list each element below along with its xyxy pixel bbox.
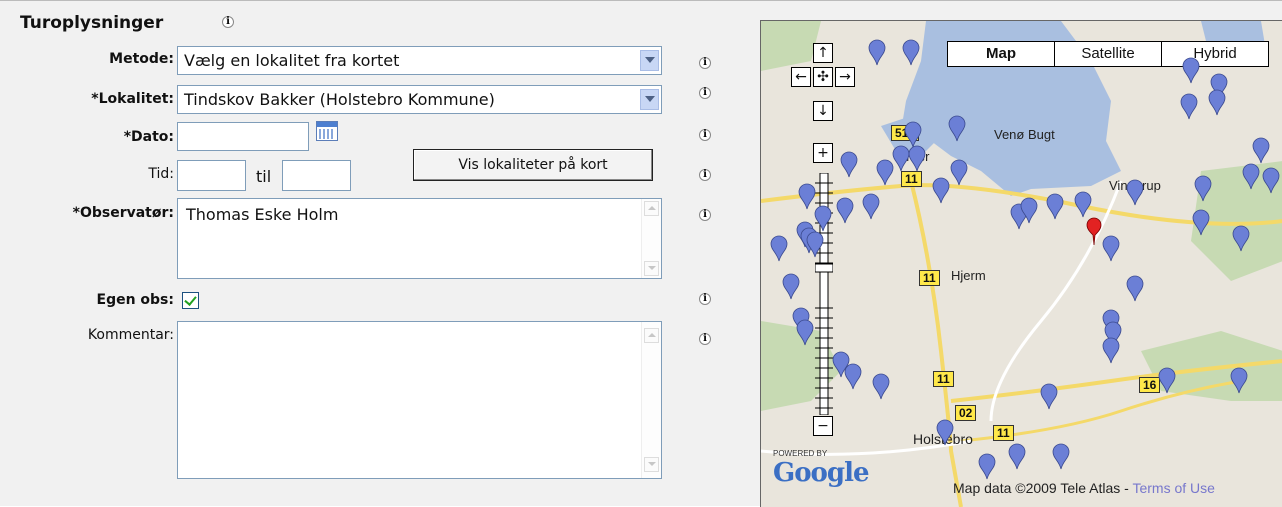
pan-down-button[interactable]: ↓ — [813, 101, 833, 121]
map-label: Venø Bugt — [994, 127, 1055, 142]
til-label: til — [256, 167, 272, 186]
scroll-up-icon[interactable] — [644, 328, 659, 343]
map-type-map[interactable]: Map — [947, 41, 1055, 67]
map-label: Hjerm — [951, 268, 986, 283]
info-icon[interactable]: i — [222, 16, 234, 28]
observator-value: Thomas Eske Holm — [186, 205, 339, 224]
road-shield: 16 — [1139, 377, 1161, 393]
metode-value: Vælg en lokalitet fra kortet — [184, 51, 400, 70]
observator-textarea[interactable]: Thomas Eske Holm — [177, 198, 662, 279]
kommentar-label: Kommentar: — [87, 327, 174, 343]
map-type-hybrid[interactable]: Hybrid — [1161, 41, 1269, 67]
pan-right-button[interactable]: → — [835, 67, 855, 87]
kommentar-textarea[interactable] — [177, 321, 662, 479]
terms-of-use-link[interactable]: Terms of Use — [1132, 480, 1214, 496]
lokalitet-value: Tindskov Bakker (Holstebro Kommune) — [184, 90, 495, 109]
info-icon[interactable]: i — [699, 87, 711, 99]
road-shield: 02 — [955, 405, 977, 421]
info-icon[interactable]: i — [699, 129, 711, 141]
map-label: Vinderup — [1109, 178, 1161, 193]
section-title: Turoplysninger — [20, 13, 164, 33]
road-shield: 11 — [933, 371, 954, 387]
map-label: Holstebro — [913, 431, 973, 447]
info-icon[interactable]: i — [699, 209, 711, 221]
info-icon[interactable]: i — [699, 293, 711, 305]
map-canvas[interactable] — [761, 21, 1282, 507]
dato-input[interactable] — [177, 122, 309, 151]
road-shield: 513 — [891, 125, 920, 141]
pan-center-button[interactable]: ✣ — [813, 67, 833, 87]
scrollbar[interactable] — [641, 199, 661, 278]
egen-obs-label: Egen obs: — [96, 292, 175, 308]
pan-up-button[interactable]: ↑ — [813, 43, 833, 63]
chevron-down-icon[interactable] — [640, 50, 659, 71]
road-shield: 11 — [919, 270, 940, 286]
tid-to-input[interactable] — [282, 160, 351, 191]
info-icon[interactable]: i — [699, 57, 711, 69]
zoom-out-button[interactable]: − — [813, 416, 833, 436]
map-type-satellite[interactable]: Satellite — [1054, 41, 1162, 67]
tid-from-input[interactable] — [177, 160, 246, 191]
metode-label: Metode: — [109, 51, 174, 67]
metode-select[interactable]: Vælg en lokalitet fra kortet — [177, 46, 662, 75]
road-shield: 11 — [901, 171, 922, 187]
scroll-up-icon[interactable] — [644, 201, 659, 216]
lokalitet-select[interactable]: Tindskov Bakker (Holstebro Kommune) — [177, 85, 662, 114]
pan-left-button[interactable]: ← — [791, 67, 811, 87]
scroll-down-icon[interactable] — [644, 457, 659, 472]
info-icon[interactable]: i — [699, 169, 711, 181]
map-view[interactable]: Map Satellite Hybrid ↑ ← ✣ → ↓ + − Venø … — [760, 20, 1282, 507]
vis-lokaliteter-button[interactable]: Vis lokaliteter på kort — [413, 149, 653, 181]
info-icon[interactable]: i — [699, 333, 711, 345]
road-shield: 11 — [993, 425, 1014, 441]
chevron-down-icon[interactable] — [640, 89, 659, 110]
calendar-icon[interactable] — [316, 121, 338, 141]
google-logo[interactable]: POWERED BY Google — [773, 449, 869, 488]
scroll-down-icon[interactable] — [644, 261, 659, 276]
observator-label: *Observatør: — [72, 205, 174, 221]
egen-obs-checkbox[interactable] — [182, 292, 199, 309]
map-copyright: Map data ©2009 Tele Atlas - Terms of Use — [953, 480, 1215, 496]
scrollbar[interactable] — [641, 322, 661, 478]
map-label: Struer — [894, 149, 930, 164]
zoom-in-button[interactable]: + — [813, 143, 833, 163]
lokalitet-label: *Lokalitet: — [91, 91, 174, 107]
zoom-slider[interactable] — [815, 173, 833, 415]
tid-label: Tid: — [148, 166, 174, 182]
top-divider — [0, 0, 1282, 1]
dato-label: *Dato: — [123, 129, 174, 145]
